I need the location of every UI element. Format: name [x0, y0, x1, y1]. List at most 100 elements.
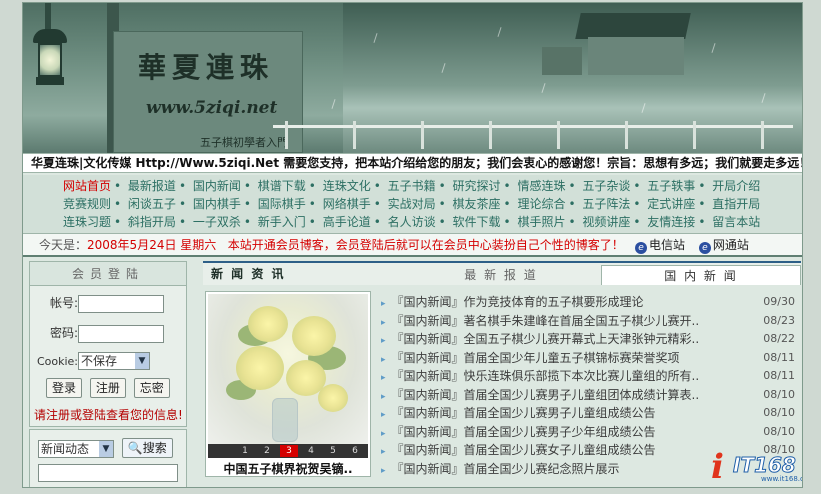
nav-item[interactable]: 国内新闻 — [193, 179, 241, 193]
date-notice-bar: 今天是：2008年5月24日 星期六 本站开通会员博客，会员登陆后就可以在会员中… — [23, 233, 802, 257]
page-frame: 華夏連珠 www.5ziqi.net 五子棋初學者入門 华夏连珠|文化传媒 Ht… — [22, 2, 803, 488]
nav-item[interactable]: 定式讲座 — [647, 197, 695, 211]
notice-text: 本站开通会员博客，会员登陆后就可以在会员中心装扮自己个性的博客了！ — [227, 238, 624, 252]
telecom-link[interactable]: e 电信站 — [635, 238, 685, 254]
nav-row-2: 竞赛规则 • 闲谈五子 • 国内棋手 • 国际棋手 • 网络棋手 • 实战对局 • 棋友茶座… — [63, 197, 761, 211]
list-item[interactable]: ▸ 『国内新闻』全国五子棋少儿赛开幕式上天津张钟元精彩.. 08/22 — [381, 330, 801, 349]
photo-caption[interactable]: 中国五子棋界祝贺吴镝.. — [206, 460, 370, 477]
list-item[interactable]: ▸ 『国内新闻』著名棋手朱建峰在首届全国五子棋少儿赛开.. 08/23 — [381, 312, 801, 331]
list-item[interactable]: ▸ 『国内新闻』快乐连珠俱乐部揽下本次比赛儿童组的所有.. 08/11 — [381, 367, 801, 386]
tab-latest[interactable]: 最 新 报 道 — [401, 265, 601, 285]
nav-item[interactable]: 视频讲座 — [582, 215, 630, 229]
fence-decoration — [23, 121, 802, 153]
list-item[interactable]: ▸ 『国内新闻』首届全国少儿赛男子少年组成绩公告 08/10 — [381, 423, 801, 442]
password-input[interactable] — [78, 324, 164, 343]
slideshow-pager: 1 2 3 4 5 6 — [208, 444, 368, 458]
login-tip: 请注册或登陆查看您的信息! — [34, 408, 183, 422]
list-item[interactable]: ▸ 『国内新闻』作为竞技体育的五子棋要形成理论 09/30 — [381, 293, 801, 312]
pager-item-active[interactable]: 3 — [280, 445, 298, 457]
cookie-label: Cookie: — [36, 354, 78, 368]
nav-item[interactable]: 斜指开局 — [128, 215, 176, 229]
chevron-down-icon: ▼ — [135, 353, 149, 369]
nav-item[interactable]: 友情连接 — [647, 215, 695, 229]
mirror-links: e 电信站 e 网通站 — [635, 234, 759, 256]
nav-item[interactable]: 棋谱下载 — [258, 179, 306, 193]
news-section-title: 新 闻 资 讯 — [211, 267, 286, 281]
list-item[interactable]: ▸ 『国内新闻』首届全国少儿赛男子儿童组团体成绩计算表.. 08/10 — [381, 386, 801, 405]
bullet-icon: ▸ — [381, 465, 386, 476]
bullet-icon: ▸ — [381, 410, 386, 420]
nav-item[interactable]: 留言本站 — [712, 215, 760, 229]
flower-photo — [208, 294, 368, 444]
nav-row-1: 网站首页 • 最新报道 • 国内新闻 • 棋谱下载 • 连珠文化 • 五子书籍 • 研究探讨… — [63, 179, 761, 193]
search-button[interactable]: 🔍搜索 — [121, 438, 173, 458]
scrolling-marquee: 华夏连珠|文化传媒 Http://Www.5ziqi.Net 需要您支持，把本站… — [23, 153, 802, 173]
register-button[interactable]: 注册 — [89, 378, 126, 398]
nav-item[interactable]: 国内棋手 — [193, 197, 241, 211]
nav-item[interactable]: 五子轶事 — [647, 179, 695, 193]
nav-item[interactable]: 竞赛规则 — [63, 197, 111, 211]
pager-item[interactable]: 4 — [302, 445, 320, 457]
nav-item[interactable]: 名人访谈 — [388, 215, 436, 229]
nav-item[interactable]: 实战对局 — [388, 197, 436, 211]
search-icon: 🔍 — [127, 441, 143, 455]
username-label: 帐号: — [49, 296, 78, 310]
nav-item[interactable]: 开局介绍 — [712, 179, 760, 193]
nav-item[interactable]: 闲谈五子 — [128, 197, 176, 211]
nav-item[interactable]: 新手入门 — [258, 215, 306, 229]
login-box: 会员登陆 帐号: 密码: Cookie: 不保存 ▼ 登录 注册 忘密 请注册或登陆… — [29, 261, 187, 427]
site-title: 華夏連珠 — [138, 51, 275, 84]
nav-item[interactable]: 五子阵法 — [582, 197, 630, 211]
password-label: 密码: — [49, 326, 78, 340]
nav-item[interactable]: 网络棋手 — [323, 197, 371, 211]
netcom-link[interactable]: e 网通站 — [698, 238, 749, 254]
pager-item[interactable]: 1 — [236, 445, 254, 457]
nav-item[interactable]: 一子双杀 — [193, 215, 241, 229]
globe-icon: e — [635, 242, 647, 254]
nav-item[interactable]: 五子杂谈 — [582, 179, 630, 193]
main-nav: 网站首页 • 最新报道 • 国内新闻 • 棋谱下载 • 连珠文化 • 五子书籍 • 研究探讨… — [23, 175, 802, 233]
nav-item[interactable]: 五子书籍 — [388, 179, 436, 193]
nav-item[interactable]: 研究探讨 — [453, 179, 501, 193]
login-button[interactable]: 登录 — [46, 378, 83, 398]
nav-home[interactable]: 网站首页 — [63, 179, 111, 193]
date-prefix: 今天是： — [39, 238, 88, 252]
pager-item[interactable]: 2 — [258, 445, 276, 457]
bullet-icon: ▸ — [381, 447, 386, 457]
left-panel: 会员登陆 帐号: 密码: Cookie: 不保存 ▼ 登录 注册 忘密 请注册或登陆… — [29, 261, 187, 487]
site-url: www.5ziqi.net — [146, 98, 278, 118]
bullet-icon: ▸ — [381, 317, 386, 328]
it168-watermark-logo: i IT168 www.it168.com — [711, 447, 802, 487]
nav-row-3: 连珠习题 • 斜指开局 • 一子双杀 • 新手入门 • 高手论道 • 名人访谈 • 软件下载… — [63, 215, 761, 229]
nav-item[interactable]: 软件下载 — [453, 215, 501, 229]
pager-item[interactable]: 6 — [346, 445, 364, 457]
chevron-down-icon: ▼ — [99, 440, 113, 457]
photo-slideshow[interactable]: 1 2 3 4 5 6 中国五子棋界祝贺吴镝.. — [205, 291, 371, 477]
search-category-select[interactable]: 新闻动态 ▼ — [38, 439, 114, 458]
nav-item[interactable]: 连珠习题 — [63, 215, 111, 229]
tab-domestic[interactable]: 国 内 新 闻 — [601, 265, 801, 285]
pager-item[interactable]: 5 — [324, 445, 342, 457]
bullet-icon: ▸ — [381, 428, 386, 439]
nav-item[interactable]: 最新报道 — [128, 179, 176, 193]
nav-item[interactable]: 理论综合 — [517, 197, 565, 211]
list-item[interactable]: ▸ 『国内新闻』首届全国少年儿童五子棋锦标赛荣誉奖项 08/11 — [381, 349, 801, 368]
nav-item[interactable]: 直指开局 — [712, 197, 760, 211]
bullet-icon: ▸ — [381, 354, 386, 365]
lamp-image — [31, 3, 89, 121]
login-header: 会员登陆 — [30, 262, 186, 286]
nav-item[interactable]: 高手论道 — [323, 215, 371, 229]
nav-item[interactable]: 国际棋手 — [258, 197, 306, 211]
nav-item[interactable]: 情感连珠 — [517, 179, 565, 193]
list-item[interactable]: ▸ 『国内新闻』首届全国少儿赛男子儿童组成绩公告 08/10 — [381, 404, 801, 423]
forgot-password-button[interactable]: 忘密 — [133, 378, 170, 398]
nav-item[interactable]: 棋友茶座 — [453, 197, 501, 211]
search-input[interactable] — [38, 464, 178, 482]
nav-item[interactable]: 连珠文化 — [323, 179, 371, 193]
bullet-icon: ▸ — [381, 391, 386, 402]
username-input[interactable] — [78, 294, 164, 313]
bullet-icon: ▸ — [381, 373, 386, 383]
bullet-icon: ▸ — [381, 336, 386, 346]
cookie-select[interactable]: 不保存 ▼ — [78, 352, 150, 370]
nav-item[interactable]: 棋手照片 — [517, 215, 565, 229]
